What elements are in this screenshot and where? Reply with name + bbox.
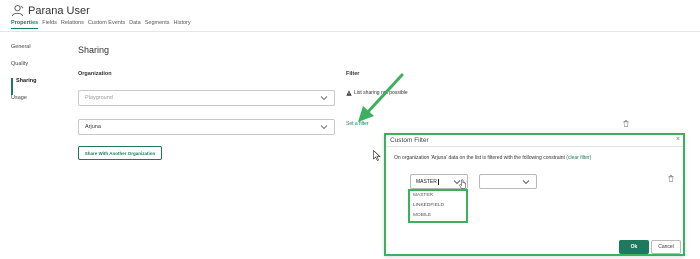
trash-icon[interactable] [623,120,629,127]
clear-filter-link[interactable]: (clear filter) [566,155,591,161]
sidebar-item-sharing[interactable]: Sharing [11,78,61,95]
close-icon[interactable]: × [676,136,680,143]
tab-segments[interactable]: Segments [145,20,170,29]
user-icon [11,5,24,17]
field-dropdown-list: MASTER LINKEDFIELD MOBILE [408,189,468,223]
text-caret [437,178,439,185]
share-with-organization-button[interactable]: Share With Another Organization [78,146,162,160]
dialog-title: Custom Filter [390,137,429,144]
sidebar-item-quality[interactable]: Quality [11,61,61,78]
mouse-pointer-icon [373,150,381,161]
cancel-button[interactable]: Cancel [651,240,681,254]
chevron-down-icon [320,125,328,130]
tab-properties[interactable]: Properties [11,20,39,29]
side-navigation: General Quality Sharing Usage [11,44,61,112]
field-option-master[interactable]: MASTER [410,191,466,201]
value-select[interactable] [479,174,537,189]
dialog-message: On organization 'Arjuna' data on the lis… [394,155,591,161]
ok-button[interactable]: Ok [619,240,649,254]
section-title: Sharing [78,45,110,55]
chevron-down-icon [320,96,328,101]
tab-relations[interactable]: Relations [61,20,84,29]
tab-fields[interactable]: Fields [42,20,57,29]
custom-filter-dialog: Custom Filter × On organization 'Arjuna'… [384,133,685,256]
trash-icon[interactable] [668,175,674,182]
organization-select-value: Arjuna [85,124,101,130]
chevron-down-icon [522,180,530,185]
organization-label: Organization [78,71,112,77]
tab-history[interactable]: History [174,20,191,29]
title-row: Parana User [11,4,90,17]
tab-custom-events[interactable]: Custom Events [88,20,125,29]
page-title: Parana User [28,4,90,17]
tab-data[interactable]: Data [129,20,141,29]
organization-select-placeholder: Playground [85,95,113,101]
field-option-mobile[interactable]: MOBILE [410,211,466,221]
dialog-header: Custom Filter × [386,135,683,147]
field-option-linkedfield[interactable]: LINKEDFIELD [410,201,466,211]
dialog-message-text: On organization 'Arjuna' data on the lis… [394,155,565,161]
hand-pointer-icon [459,179,467,189]
tab-bar: Properties Fields Relations Custom Event… [11,20,195,29]
annotation-arrow-icon [358,73,404,122]
page-header: Parana User Properties Fields Relations … [0,0,700,32]
organization-select-playground[interactable]: Playground [78,90,335,106]
field-select-value: MASTER [416,178,437,185]
sidebar-item-general[interactable]: General [11,44,61,61]
organization-select-arjuna[interactable]: Arjuna [78,119,335,135]
sidebar-item-usage[interactable]: Usage [11,95,61,112]
